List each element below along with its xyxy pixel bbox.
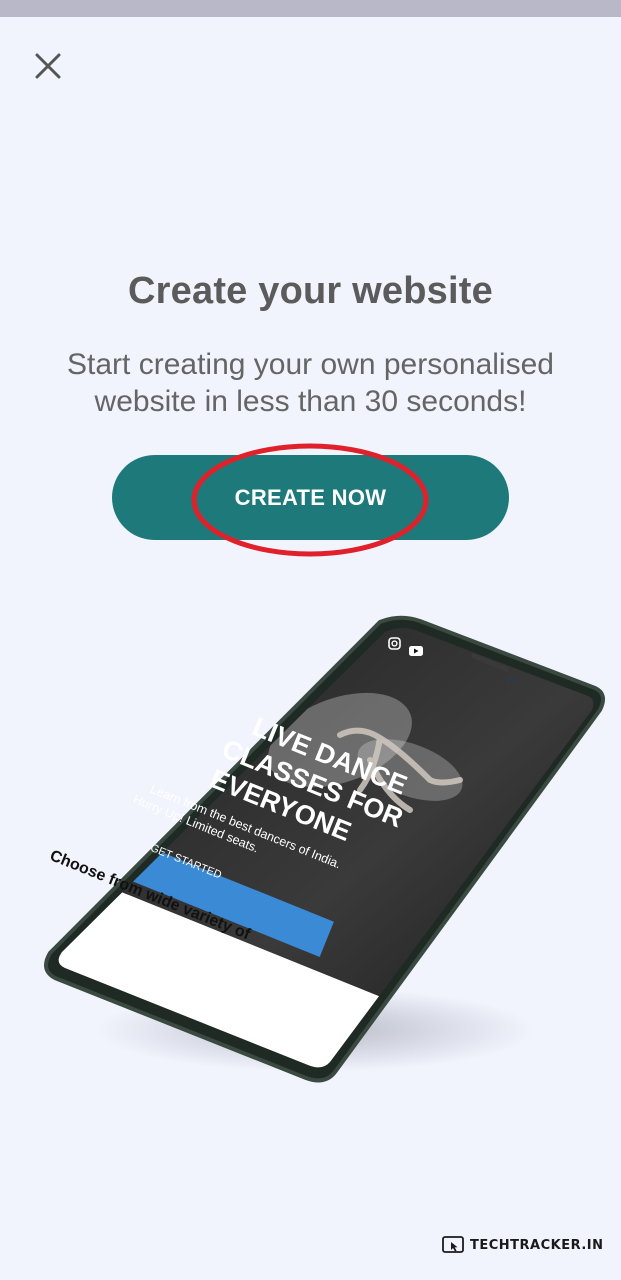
- camera-dot: [509, 678, 515, 684]
- page-subtitle: Start creating your own personalised web…: [40, 346, 581, 420]
- phone-mockup: LIVE DANCE CLASSES FOR EVERYONE Learn fr…: [40, 610, 610, 1090]
- close-button[interactable]: [28, 46, 68, 86]
- create-now-button[interactable]: CREATE NOW: [112, 455, 509, 540]
- subtitle-line: Start creating your own personalised: [67, 348, 554, 381]
- youtube-icon: [409, 646, 423, 656]
- close-icon: [35, 53, 61, 79]
- cursor-window-icon: [442, 1236, 464, 1253]
- status-bar: [0, 0, 621, 17]
- watermark-text: TECHTRACKER.IN: [470, 1237, 604, 1253]
- subtitle-line: website in less than 30 seconds!: [94, 385, 527, 418]
- page-title: Create your website: [128, 270, 493, 312]
- watermark: TECHTRACKER.IN: [442, 1233, 604, 1257]
